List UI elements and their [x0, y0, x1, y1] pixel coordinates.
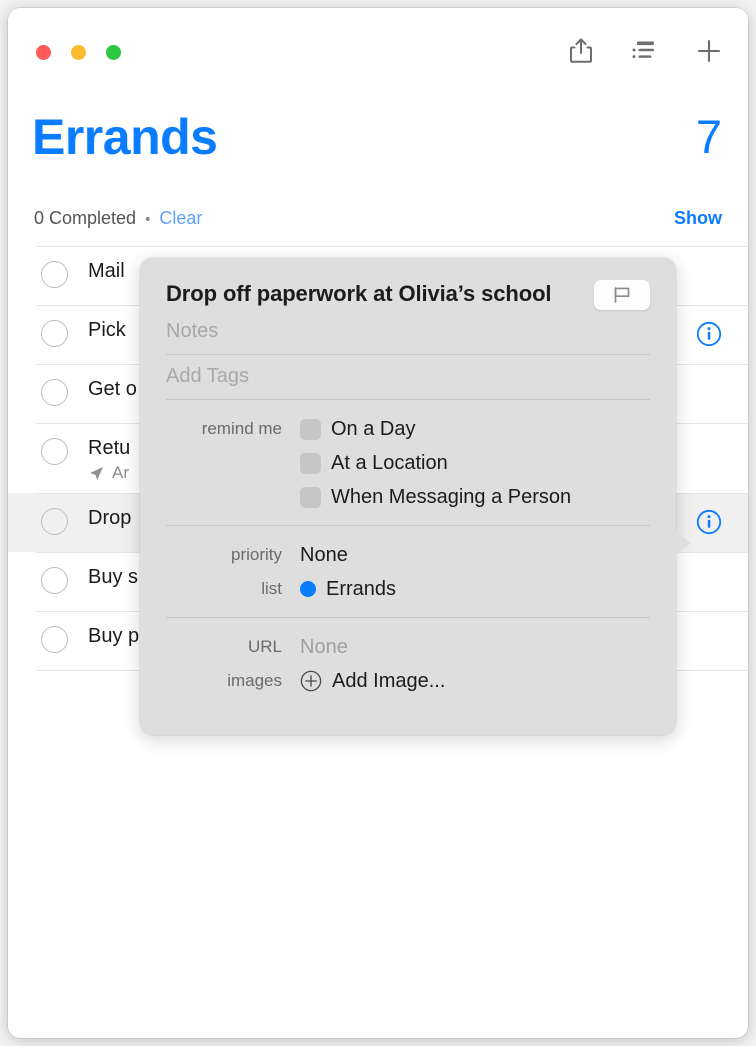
plus-icon — [697, 39, 721, 63]
priority-row: priority None — [166, 538, 650, 572]
url-row: URL None — [166, 630, 650, 664]
list-sort-icon — [632, 41, 654, 59]
remind-at-location-option[interactable]: At a Location — [300, 452, 448, 475]
sort-view-button[interactable] — [628, 34, 662, 68]
minimize-button[interactable] — [71, 45, 86, 60]
toolbar-actions — [564, 34, 726, 68]
share-button[interactable] — [564, 34, 598, 68]
url-label: URL — [247, 637, 282, 656]
reminder-detail-popover: Drop off paperwork at Olivia’s school No… — [140, 258, 690, 735]
checkbox-when-messaging[interactable] — [300, 486, 321, 508]
share-icon — [570, 38, 592, 63]
complete-checkbox[interactable] — [41, 379, 68, 406]
popover-pointer — [675, 520, 690, 566]
window-toolbar — [8, 8, 748, 92]
add-image-button[interactable]: Add Image... — [300, 670, 445, 693]
add-reminder-button[interactable] — [692, 34, 726, 68]
complete-checkbox[interactable] — [41, 508, 68, 535]
list-value[interactable]: Errands — [300, 578, 396, 601]
info-button[interactable] — [696, 509, 722, 535]
info-circle-icon — [696, 509, 722, 535]
images-label: images — [227, 671, 282, 690]
flag-icon — [614, 287, 630, 303]
remind-me-label: remind me — [201, 419, 282, 438]
remind-me-row-1: At a Location — [166, 446, 650, 480]
popover-content: Drop off paperwork at Olivia’s school No… — [140, 258, 676, 735]
remind-me-row-2: When Messaging a Person — [166, 480, 650, 514]
page-title: Errands — [32, 109, 218, 165]
list-header: Errands 7 0 Completed • Clear Show — [8, 92, 748, 250]
complete-checkbox[interactable] — [41, 626, 68, 653]
app-root: Errands 7 0 Completed • Clear Show Mail — [0, 0, 756, 1046]
traffic-lights — [36, 45, 121, 60]
popover-title[interactable]: Drop off paperwork at Olivia’s school — [166, 280, 552, 308]
add-image-label: Add Image... — [332, 669, 446, 692]
location-arrow-icon — [90, 466, 103, 480]
complete-checkbox[interactable] — [41, 567, 68, 594]
list-name: Errands — [326, 577, 397, 600]
priority-label: priority — [230, 545, 282, 564]
zoom-button[interactable] — [106, 45, 121, 60]
complete-checkbox[interactable] — [41, 261, 68, 288]
list-row: list Errands — [166, 572, 650, 606]
priority-list-group: priority None list Errands — [166, 526, 650, 617]
remind-me-group: remind me On a Day At a Location When Me… — [166, 400, 650, 525]
remind-option-label: On a Day — [331, 417, 416, 440]
row-divider — [36, 246, 748, 247]
list-color-dot — [300, 581, 316, 597]
remind-when-messaging-option[interactable]: When Messaging a Person — [300, 486, 571, 509]
popover-title-row: Drop off paperwork at Olivia’s school — [166, 280, 650, 310]
url-value[interactable]: None — [300, 636, 348, 659]
reminder-count: 7 — [695, 110, 722, 163]
reminders-window: Errands 7 0 Completed • Clear Show Mail — [8, 8, 748, 1038]
checkbox-on-a-day[interactable] — [300, 418, 321, 440]
tags-field[interactable]: Add Tags — [166, 355, 650, 399]
complete-checkbox[interactable] — [41, 438, 68, 465]
remind-me-row-0: remind me On a Day — [166, 412, 650, 446]
info-button[interactable] — [696, 321, 722, 347]
remind-option-label: When Messaging a Person — [331, 485, 572, 508]
show-completed-button[interactable]: Show — [674, 208, 722, 229]
flag-button[interactable] — [594, 280, 650, 310]
url-images-group: URL None images Add Image... — [166, 618, 650, 709]
remind-on-day-option[interactable]: On a Day — [300, 418, 415, 441]
list-label: list — [261, 579, 282, 598]
clear-completed-button[interactable]: Clear — [159, 208, 202, 229]
remind-option-label: At a Location — [331, 451, 448, 474]
priority-value[interactable]: None — [300, 544, 348, 567]
completed-bar: 0 Completed • Clear — [34, 208, 202, 229]
complete-checkbox[interactable] — [41, 320, 68, 347]
bullet-separator: • — [145, 211, 151, 228]
images-row: images Add Image... — [166, 664, 650, 698]
notes-field[interactable]: Notes — [166, 310, 650, 354]
completed-count-label: 0 Completed — [34, 208, 137, 228]
close-button[interactable] — [36, 45, 51, 60]
reminder-subtitle-text: Ar — [112, 463, 129, 482]
checkbox-at-a-location[interactable] — [300, 452, 321, 474]
plus-circle-icon — [300, 670, 322, 692]
info-circle-icon — [696, 321, 722, 347]
